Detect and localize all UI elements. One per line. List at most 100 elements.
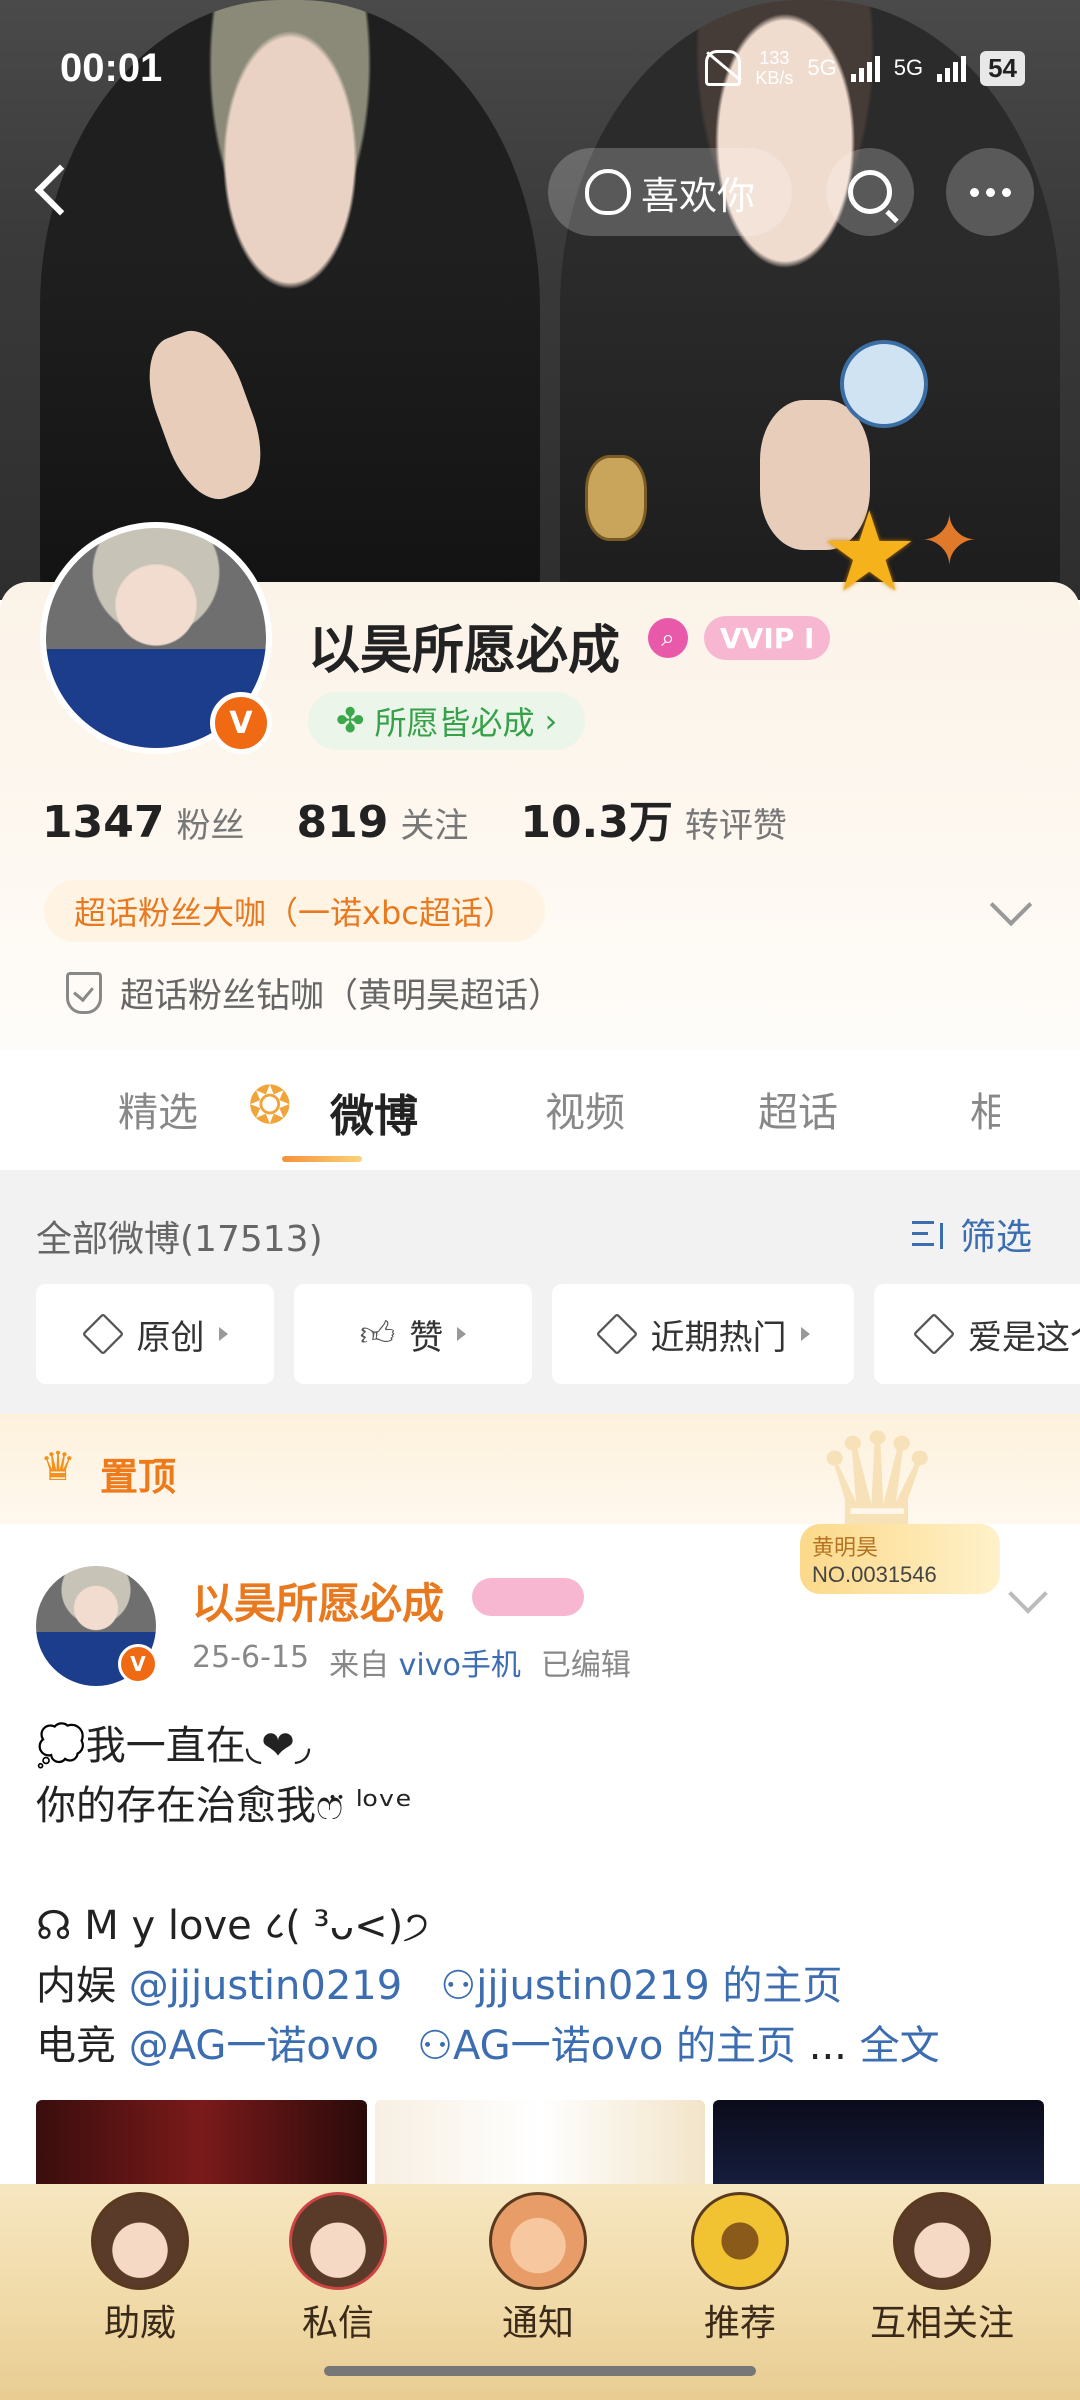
full-text-link[interactable]: 全文 — [860, 2023, 940, 2069]
home-indicator[interactable] — [324, 2366, 756, 2376]
filter-chips: 原创 👍︎ 赞 近期热门 爱是这个 — [36, 1284, 1080, 1384]
fan-card-name: 黄明昊 — [812, 1536, 879, 1561]
stat-followers[interactable]: 1347 粉丝 — [42, 797, 244, 848]
bottom-message-button[interactable]: 私信 — [258, 2192, 418, 2346]
homepage-link-text: jjjustin0219 的主页 — [476, 1963, 843, 2009]
notify-icon — [489, 2192, 587, 2290]
like-you-label: 喜欢你 — [640, 173, 755, 218]
stat-followers-count: 1347 — [42, 797, 165, 848]
bottom-label: 互相关注 — [869, 2303, 1014, 2344]
post-source-device[interactable]: vivo手机 — [399, 1648, 521, 1683]
post-image[interactable] — [36, 2100, 367, 2190]
mention-link[interactable]: @jjjustin0219 — [129, 1963, 402, 2009]
filter-label: 筛选 — [960, 1217, 1033, 1258]
post-source: 来自 vivo手机 — [329, 1640, 521, 1684]
more-button[interactable] — [946, 148, 1034, 236]
post-line-1: 💭我一直在◟❤︎◞ — [36, 1723, 311, 1769]
tab-supertopic[interactable]: 超话 — [758, 1080, 838, 1138]
chip-label: 近期热门 — [650, 1317, 787, 1358]
stat-interactions-label: 转评赞 — [684, 806, 787, 846]
homepage-link-text: AG一诺ovo 的主页 — [453, 2023, 797, 2069]
bottom-cheer-button[interactable]: 助威 — [60, 2192, 220, 2346]
user-icon: ⚇ — [417, 2023, 454, 2069]
filter-button[interactable]: 筛选 — [912, 1208, 1032, 1260]
fan-card[interactable]: 黄明昊 NO.0031546 — [800, 1524, 1000, 1594]
status-icons: 133 KB/s 5G 5G 54 — [705, 48, 1025, 88]
post-vip-badge — [472, 1578, 584, 1616]
post-image[interactable] — [374, 2100, 706, 2190]
tab-weibo[interactable]: 微博 — [330, 1080, 418, 1144]
signal-icon-2 — [937, 54, 967, 82]
bio-pill[interactable]: ✤ 所愿皆必成 › — [308, 692, 586, 750]
stat-following-label: 关注 — [400, 806, 469, 846]
more-dot — [985, 187, 995, 197]
caret-right-icon — [457, 1327, 467, 1341]
chip-original[interactable]: 原创 — [36, 1284, 274, 1384]
post-text: 💭我一直在◟❤︎◞ 你的存在治愈我ෆ̈ ˡᵒᵛᵉ ☊ M y love ८( ³ᴗ<… — [36, 1716, 1046, 2076]
post-edited: 已编辑 — [540, 1648, 631, 1683]
maple-leaf-decoration-icon: ✦ — [920, 500, 979, 582]
chip-recent-hot[interactable]: 近期热门 — [552, 1284, 854, 1384]
all-weibo-count: 全部微博(17513) — [36, 1219, 323, 1260]
post-line-5: 电竞 @AG一诺ovo ⚇AG一诺ovo 的主页 ... 全文 — [36, 2016, 1046, 2076]
fan-card-number: NO.0031546 — [812, 1562, 937, 1587]
post-line-2: 你的存在治愈我ෆ̈ ˡᵒᵛᵉ — [36, 1783, 413, 1829]
bio-text: 所愿皆必成 — [374, 704, 535, 742]
fan-title-pill[interactable]: 超话粉丝大咖（一诺xbc超话） — [44, 880, 545, 942]
mutual-follow-icon — [893, 2192, 991, 2290]
network-type-2: 5G — [893, 55, 924, 80]
net-speed-value: 133 — [759, 48, 790, 68]
post-meta: 25-6-15 来自 vivo手机 已编辑 — [192, 1640, 631, 1684]
thumbs-up-icon: 👍︎ — [359, 1313, 396, 1354]
bottom-notify-button[interactable]: 通知 — [458, 2192, 618, 2346]
status-time: 00:01 — [60, 46, 163, 90]
bottom-label: 私信 — [301, 2303, 374, 2344]
fan-title-row[interactable]: 超话粉丝钻咖（黄明昊超话） — [66, 968, 562, 1017]
signal-icon-1 — [850, 54, 880, 82]
like-hand-icon — [584, 169, 631, 215]
stat-following[interactable]: 819 关注 — [296, 797, 468, 848]
network-type-1: 5G — [807, 55, 837, 80]
battery-icon: 54 — [980, 50, 1025, 86]
bottom-recommend-button[interactable]: 推荐 — [660, 2192, 820, 2346]
stat-interactions[interactable]: 10.3万 转评赞 — [520, 786, 787, 850]
more-dot — [969, 187, 979, 197]
bottom-label: 通知 — [501, 2303, 574, 2344]
vip-badge[interactable]: VVIP I — [704, 616, 831, 660]
pinned-label: 置顶 — [100, 1455, 177, 1499]
star-decoration-icon: ★ — [820, 488, 919, 616]
message-icon — [289, 2192, 387, 2290]
post-line-4: 内娱 @jjjustin0219 ⚇jjjustin0219 的主页 — [36, 1956, 1046, 2016]
layers-icon — [81, 1312, 124, 1356]
more-dot — [1001, 187, 1011, 197]
tab-video[interactable]: 视频 — [545, 1080, 625, 1138]
search-button[interactable] — [826, 148, 914, 236]
net-speed: 133 KB/s — [755, 48, 793, 88]
chip-label: 爱是这个 — [968, 1317, 1080, 1358]
back-button[interactable] — [30, 150, 90, 230]
post-author[interactable]: 以昊所愿必成 — [192, 1570, 444, 1631]
bottom-label: 助威 — [103, 2303, 176, 2344]
post-ellipsis: ... — [796, 2023, 860, 2069]
stat-followers-label: 粉丝 — [176, 806, 245, 846]
caret-right-icon — [800, 1327, 810, 1341]
search-icon — [848, 170, 892, 214]
mention-link[interactable]: @AG一诺ovo — [129, 2023, 379, 2069]
caret-right-icon — [218, 1327, 228, 1341]
stat-following-count: 819 — [296, 797, 389, 848]
like-you-button[interactable]: 喜欢你 — [548, 148, 792, 236]
tab-featured[interactable]: 精选 — [118, 1080, 198, 1138]
post-line-5-prefix: 电竞 — [36, 2023, 129, 2069]
post-verified-icon: V — [118, 1644, 158, 1684]
homepage-link[interactable]: ⚇AG一诺ovo 的主页 — [417, 2023, 796, 2069]
back-arrow-icon — [34, 164, 86, 216]
chip-love[interactable]: 爱是这个 — [874, 1284, 1080, 1384]
homepage-link[interactable]: ⚇jjjustin0219 的主页 — [440, 1963, 842, 2009]
chip-liked[interactable]: 👍︎ 赞 — [294, 1284, 532, 1384]
search-badge-icon[interactable]: ⌕ — [648, 618, 688, 658]
layers-icon — [595, 1312, 638, 1356]
bottom-mutual-follow-button[interactable]: 互相关注 — [862, 2192, 1022, 2346]
post-image[interactable] — [713, 2100, 1044, 2190]
tab-album[interactable]: 相 — [970, 1080, 1000, 1138]
filter-area: 全部微博(17513) 筛选 原创 👍︎ 赞 近期热门 爱是这个 — [0, 1170, 1080, 1414]
